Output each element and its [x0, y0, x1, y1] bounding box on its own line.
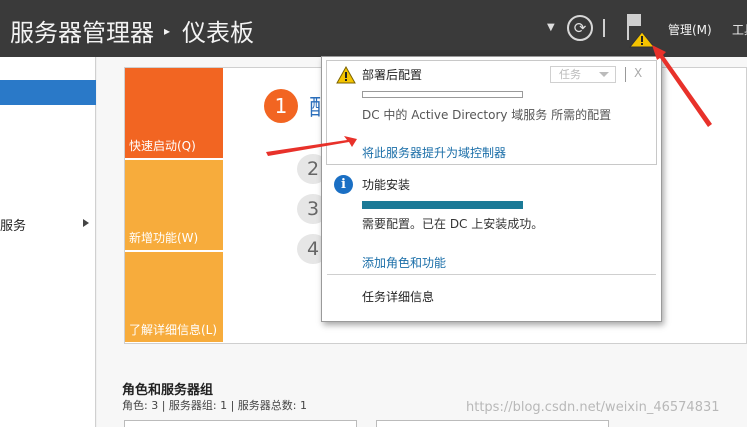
- progress-bar-complete: [362, 201, 523, 209]
- notification-description: DC 中的 Active Directory 域服务 所需的配置: [362, 108, 612, 122]
- notification-description: 需要配置。已在 DC 上安装成功。: [362, 217, 544, 231]
- warning-icon: [336, 66, 356, 84]
- role-tile[interactable]: [376, 420, 609, 427]
- nav-item-file-services[interactable]: 服务: [0, 215, 26, 234]
- watermark: https://blog.csdn.net/weixin_46574831: [466, 400, 720, 415]
- role-tile[interactable]: [124, 420, 357, 427]
- chevron-right-icon[interactable]: [83, 219, 89, 227]
- tile-whats-new[interactable]: 新增功能(W): [125, 160, 223, 250]
- page-title: 仪表板: [182, 19, 255, 47]
- step-1-badge: 1: [264, 89, 298, 123]
- progress-bar: [362, 91, 523, 98]
- toolbar-divider: [603, 19, 605, 37]
- tile-quick-start[interactable]: 快速启动(Q): [125, 68, 223, 158]
- app-name: 服务器管理器: [10, 19, 154, 47]
- breadcrumb: 服务器管理器 ▸ 仪表板: [10, 13, 254, 48]
- chevron-down-icon: [599, 72, 609, 77]
- manage-menu[interactable]: 管理(M): [668, 21, 712, 38]
- tools-menu[interactable]: 工具: [732, 21, 747, 38]
- close-icon[interactable]: X: [634, 66, 642, 80]
- tile-learn-more[interactable]: 了解详细信息(L): [125, 252, 223, 342]
- tasks-dropdown[interactable]: 任务: [550, 66, 616, 83]
- roles-section-title: 角色和服务器组: [122, 383, 214, 398]
- notification-title: 功能安装: [362, 178, 411, 192]
- caret-down-icon[interactable]: ▼: [547, 22, 555, 33]
- refresh-icon[interactable]: ⟳: [567, 15, 593, 41]
- left-nav: 服务: [0, 57, 96, 427]
- notifications-flag-icon[interactable]: [625, 12, 655, 48]
- title-bar: 服务器管理器 ▸ 仪表板 ▼ ⟳ 管理(M) 工具: [0, 0, 747, 57]
- promote-to-dc-link[interactable]: 将此服务器提升为域控制器: [362, 144, 506, 161]
- divider: [327, 274, 656, 275]
- task-details-link[interactable]: 任务详细信息: [362, 288, 434, 305]
- nav-item-dashboard[interactable]: [0, 80, 96, 105]
- divider: [625, 67, 626, 82]
- roles-summary: 角色: 3 | 服务器组: 1 | 服务器总数: 1: [122, 399, 308, 412]
- breadcrumb-separator-icon: ▸: [164, 24, 171, 38]
- add-roles-features-link[interactable]: 添加角色和功能: [362, 254, 446, 271]
- info-icon: i: [334, 175, 353, 194]
- notification-title: 部署后配置: [362, 68, 423, 82]
